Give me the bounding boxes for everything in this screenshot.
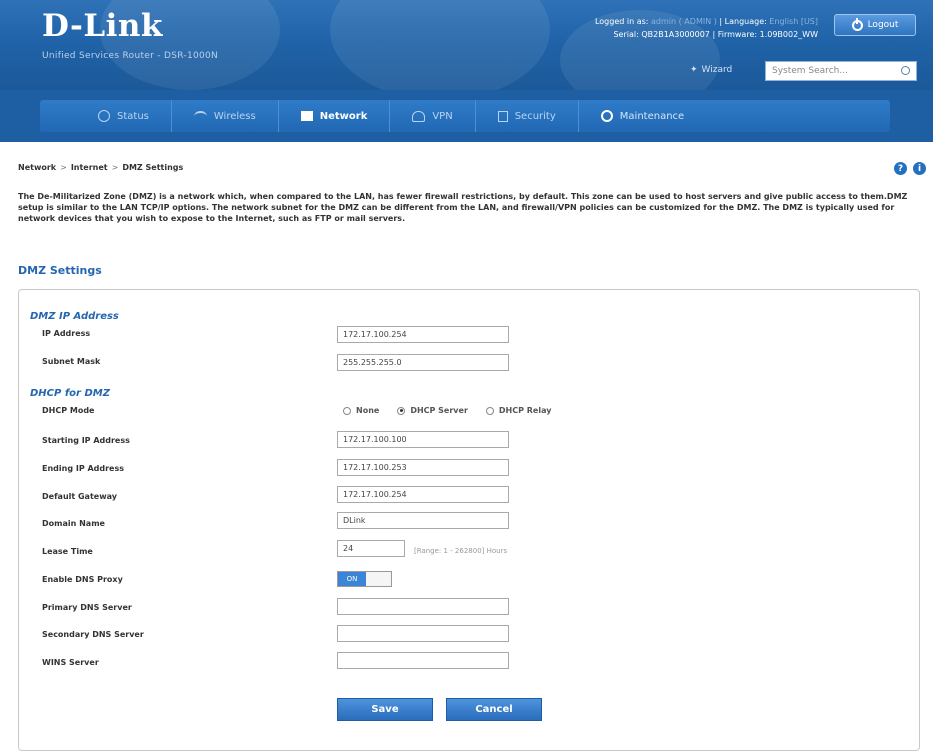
lease-time-hint: [Range: 1 - 262800] Hours <box>414 547 508 555</box>
default-gateway-input[interactable]: 172.17.100.254 <box>337 486 509 503</box>
logged-in-user: admin ( ADMIN ) <box>651 17 717 26</box>
nav-status-label: Status <box>117 110 149 122</box>
wins-server-label: WINS Server <box>42 658 99 667</box>
breadcrumb-dmz: DMZ Settings <box>122 163 184 172</box>
page-description: The De-Militarized Zone (DMZ) is a netwo… <box>18 192 908 223</box>
nav-security-label: Security <box>514 110 556 122</box>
language-label: Language: <box>724 17 767 26</box>
gear-icon <box>600 110 613 122</box>
dhcp-mode-relay-label: DHCP Relay <box>498 406 552 415</box>
dhcp-mode-radio-group: None DHCP Server DHCP Relay <box>343 406 551 415</box>
dhcp-mode-label: DHCP Mode <box>42 406 95 415</box>
header-decoration <box>330 0 550 90</box>
info-icon[interactable]: i <box>913 162 926 175</box>
serial-value: QB2B1A3000007 <box>641 30 710 39</box>
lease-time-label: Lease Time <box>42 547 93 556</box>
primary-dns-label: Primary DNS Server <box>42 603 132 612</box>
nav-vpn[interactable]: VPN <box>390 100 476 132</box>
dhcp-mode-server-label: DHCP Server <box>410 406 468 415</box>
power-icon <box>851 17 863 31</box>
nav-security[interactable]: Security <box>476 100 579 132</box>
dhcp-group-title: DHCP for DMZ <box>30 388 110 399</box>
help-icon[interactable]: ? <box>894 162 907 175</box>
nav-network-label: Network <box>319 110 368 122</box>
wins-server-input[interactable] <box>337 652 509 669</box>
wizard-link[interactable]: ✦ Wizard <box>690 65 732 75</box>
dmz-ip-group-title: DMZ IP Address <box>30 311 119 322</box>
toggle-on-label: ON <box>338 572 366 586</box>
toggle-off-area <box>366 572 391 586</box>
product-name: Unified Services Router - DSR-1000N <box>42 51 219 61</box>
system-search-input[interactable]: System Search... <box>765 61 917 81</box>
nav-vpn-label: VPN <box>432 110 453 122</box>
dhcp-mode-none-radio[interactable]: None <box>343 406 379 415</box>
ending-ip-input[interactable]: 172.17.100.253 <box>337 459 509 476</box>
radio-dot <box>397 406 406 415</box>
wifi-icon <box>193 110 207 122</box>
radio-dot <box>343 406 351 415</box>
firmware-label: Firmware: <box>717 30 758 39</box>
cancel-button[interactable]: Cancel <box>446 698 542 721</box>
search-placeholder: System Search... <box>772 66 848 76</box>
starting-ip-input[interactable]: 172.17.100.100 <box>337 431 509 448</box>
logout-label: Logout <box>867 20 899 30</box>
domain-name-label: Domain Name <box>42 519 105 528</box>
device-info: Serial: QB2B1A3000007 | Firmware: 1.09B0… <box>613 30 818 39</box>
dns-proxy-toggle[interactable]: ON <box>337 571 392 587</box>
wizard-label: Wizard <box>701 65 733 75</box>
wand-icon: ✦ <box>690 65 698 75</box>
firmware-value: 1.09B002_WW <box>759 30 818 39</box>
secondary-dns-input[interactable] <box>337 625 509 642</box>
search-icon[interactable] <box>901 66 910 75</box>
save-button[interactable]: Save <box>337 698 433 721</box>
dhcp-mode-relay-radio[interactable]: DHCP Relay <box>485 406 552 415</box>
breadcrumb: Network > Internet > DMZ Settings <box>18 163 184 172</box>
default-gateway-label: Default Gateway <box>42 492 117 501</box>
nav-strip: Status Wireless Network VPN Security Mai… <box>40 100 890 132</box>
nav-status[interactable]: Status <box>40 100 172 132</box>
lease-time-input[interactable]: 24 <box>337 540 405 557</box>
nav-network[interactable]: Network <box>279 100 391 132</box>
nav-maintenance-label: Maintenance <box>619 110 685 122</box>
subnet-mask-input[interactable]: 255.255.255.0 <box>337 354 509 371</box>
radio-dot <box>485 406 494 415</box>
section-title: DMZ Settings <box>18 264 102 277</box>
breadcrumb-internet[interactable]: Internet <box>71 163 108 172</box>
serial-label: Serial: <box>613 30 639 39</box>
vpn-icon <box>412 110 426 122</box>
login-info: Logged in as: admin ( ADMIN ) | Language… <box>594 17 818 26</box>
main-navbar: Status Wireless Network VPN Security Mai… <box>0 90 933 142</box>
language-value[interactable]: English [US] <box>769 17 818 26</box>
dns-proxy-label: Enable DNS Proxy <box>42 575 123 584</box>
network-icon <box>300 111 313 121</box>
nav-maintenance[interactable]: Maintenance <box>579 100 706 132</box>
primary-dns-input[interactable] <box>337 598 509 615</box>
subnet-mask-label: Subnet Mask <box>42 357 101 366</box>
secondary-dns-label: Secondary DNS Server <box>42 630 144 639</box>
logout-button[interactable]: Logout <box>834 14 916 36</box>
status-icon <box>98 110 110 122</box>
logged-in-label: Logged in as: <box>594 17 649 26</box>
ending-ip-label: Ending IP Address <box>42 464 124 473</box>
ip-address-input[interactable]: 172.17.100.254 <box>337 326 509 343</box>
nav-wireless[interactable]: Wireless <box>172 100 279 132</box>
breadcrumb-network[interactable]: Network <box>18 163 56 172</box>
lock-icon <box>497 110 508 122</box>
starting-ip-label: Starting IP Address <box>42 436 130 445</box>
domain-name-input[interactable]: DLink <box>337 512 509 529</box>
header: D-Link Unified Services Router - DSR-100… <box>0 0 933 90</box>
dhcp-mode-server-radio[interactable]: DHCP Server <box>397 406 468 415</box>
nav-wireless-label: Wireless <box>213 110 256 122</box>
ip-address-label: IP Address <box>42 329 91 338</box>
dhcp-mode-none-label: None <box>356 406 380 415</box>
dlink-logo: D-Link <box>42 8 163 44</box>
